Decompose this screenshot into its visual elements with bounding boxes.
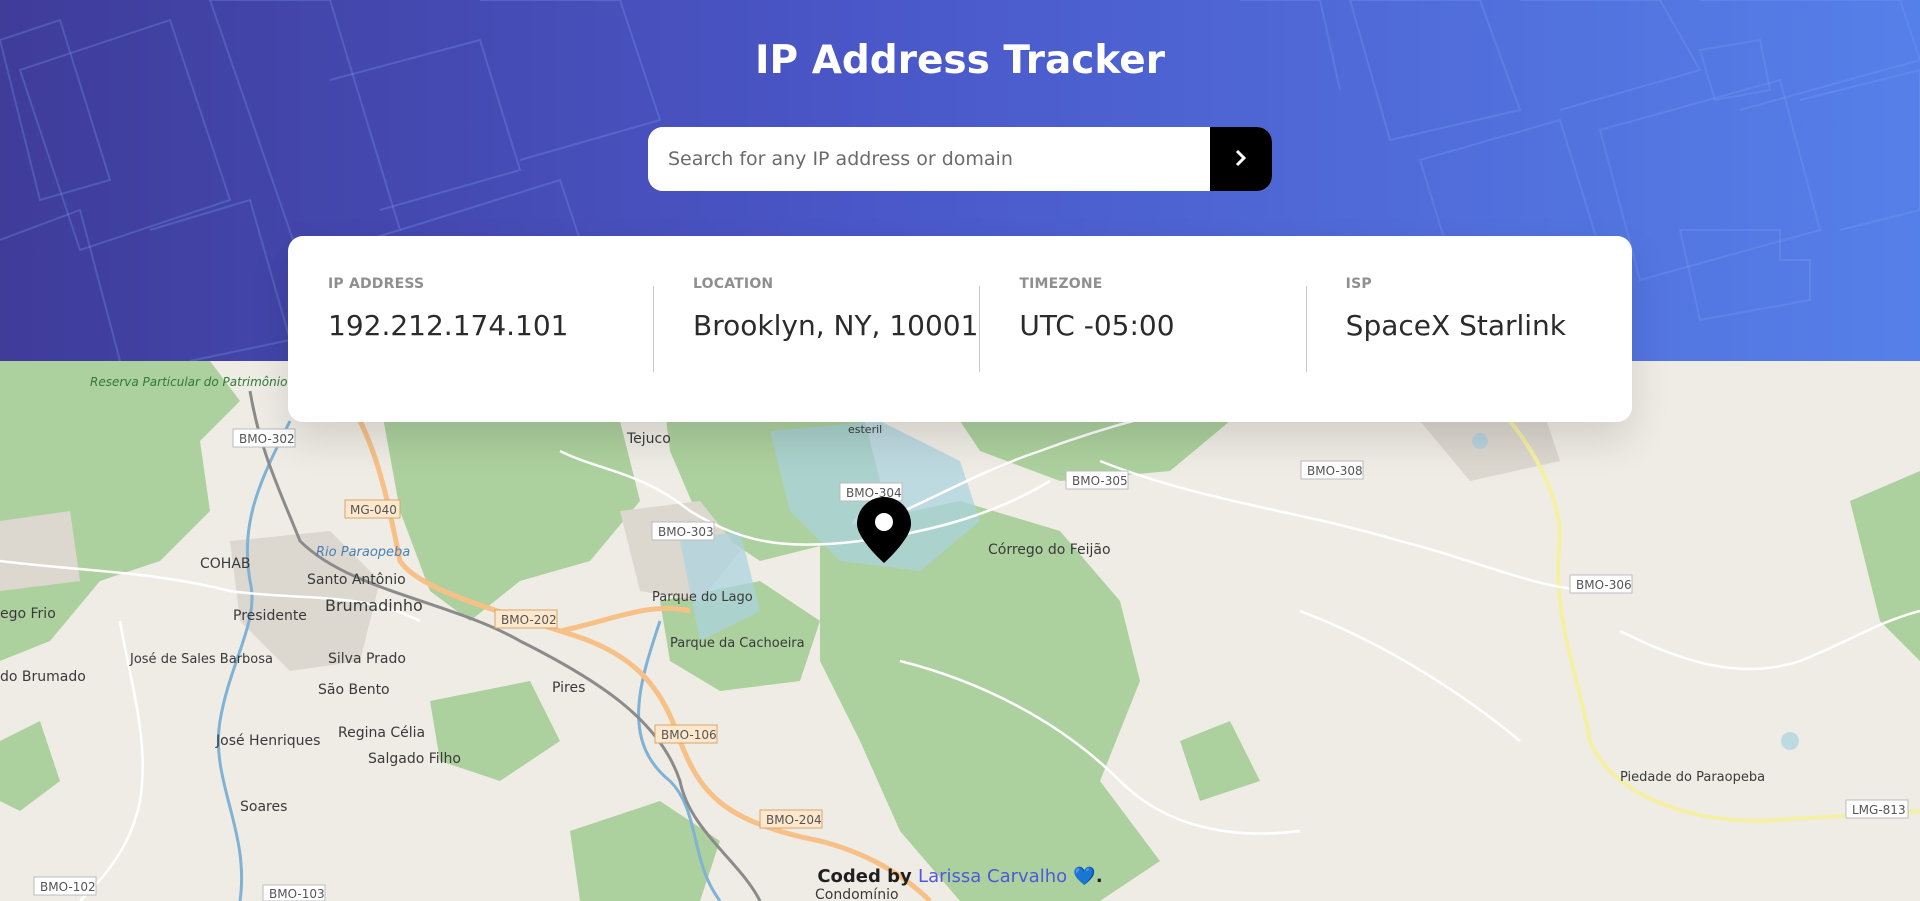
road-tag-bmo-106: BMO-106 (661, 728, 717, 742)
ip-address-value: 192.212.174.101 (328, 309, 569, 342)
search-form (648, 127, 1272, 191)
map-label-jose-henriques: José Henriques (215, 733, 320, 749)
map-label-cohab: COHAB (200, 556, 251, 572)
search-submit-button[interactable] (1210, 127, 1272, 191)
map-view[interactable]: Reserva Particular do Patrimônio Natural… (0, 361, 1920, 901)
map-label-do-brumado: do Brumado (0, 669, 86, 685)
road-tag-bmo-302: BMO-302 (239, 432, 295, 446)
location-pin-icon[interactable] (855, 495, 913, 565)
map-label-tejuco: Tejuco (626, 431, 671, 447)
heart-icon: 💙 (1073, 866, 1096, 887)
road-tag-bmo-305: BMO-305 (1072, 474, 1128, 488)
map-label-santo-antonio: Santo Antônio (307, 572, 406, 588)
attribution-suffix: . (1095, 866, 1103, 887)
map-label-parque-do-lago: Parque do Lago (652, 590, 753, 605)
map-label-rio-paraopeba: Rio Paraopeba (316, 545, 410, 560)
map-label-piedade: Piedade do Paraopeba (1620, 770, 1765, 785)
road-tag-bmo-103: BMO-103 (269, 887, 325, 901)
road-tag-bmo-202: BMO-202 (501, 613, 557, 627)
map-tiles: Reserva Particular do Patrimônio Natural… (0, 361, 1920, 901)
info-card: IP ADDRESS 192.212.174.101 LOCATION Broo… (288, 236, 1632, 422)
ip-address-section: IP ADDRESS 192.212.174.101 (328, 236, 653, 422)
map-label-corrego: Córrego do Feijão (988, 542, 1111, 558)
map-label-salgado-filho: Salgado Filho (368, 751, 461, 767)
map-label-condominio: Condomínio (815, 887, 899, 901)
page-title: IP Address Tracker (755, 38, 1165, 83)
chevron-right-icon (1234, 149, 1248, 170)
road-tag-bmo-308: BMO-308 (1307, 464, 1363, 478)
location-value: Brooklyn, NY, 10001 (693, 309, 979, 342)
location-label: LOCATION (693, 276, 774, 292)
map-label-presidente: Presidente (233, 608, 307, 624)
road-tag-bmo-204: BMO-204 (766, 813, 822, 827)
road-tag-lmg-813: LMG-813 (1852, 803, 1906, 817)
map-label-pires: Pires (552, 680, 585, 696)
timezone-value: UTC -05:00 (1019, 309, 1175, 342)
attribution-prefix: Coded by (817, 866, 912, 887)
road-tag-bmo-303: BMO-303 (658, 525, 714, 539)
map-label-regina-celia: Regina Célia (338, 725, 425, 741)
search-input[interactable] (648, 127, 1210, 191)
map-label-brumadinho: Brumadinho (325, 596, 423, 615)
map-label-esteril: esteril (848, 423, 882, 436)
map-label-ego-frio: ego Frio (0, 606, 56, 622)
map-label-soares: Soares (240, 799, 287, 815)
road-tag-mg-040: MG-040 (350, 503, 397, 517)
timezone-label: TIMEZONE (1019, 276, 1103, 292)
map-label-parque-da-cachoeira: Parque da Cachoeira (670, 636, 805, 651)
road-tag-bmo-306: BMO-306 (1576, 578, 1632, 592)
ip-address-label: IP ADDRESS (328, 276, 425, 292)
map-label-sao-bento: São Bento (318, 682, 390, 698)
author-link[interactable]: Larissa Carvalho (918, 866, 1067, 887)
map-label-silva-prado: Silva Prado (328, 651, 406, 667)
isp-value: SpaceX Starlink (1345, 309, 1567, 342)
attribution: Coded by Larissa Carvalho 💙. (0, 866, 1920, 887)
isp-section: ISP SpaceX Starlink (1305, 236, 1632, 422)
timezone-section: TIMEZONE UTC -05:00 (979, 236, 1305, 422)
location-section: LOCATION Brooklyn, NY, 10001 (653, 236, 979, 422)
isp-label: ISP (1345, 276, 1372, 292)
map-label-jose-de-sales: José de Sales Barbosa (129, 652, 273, 667)
